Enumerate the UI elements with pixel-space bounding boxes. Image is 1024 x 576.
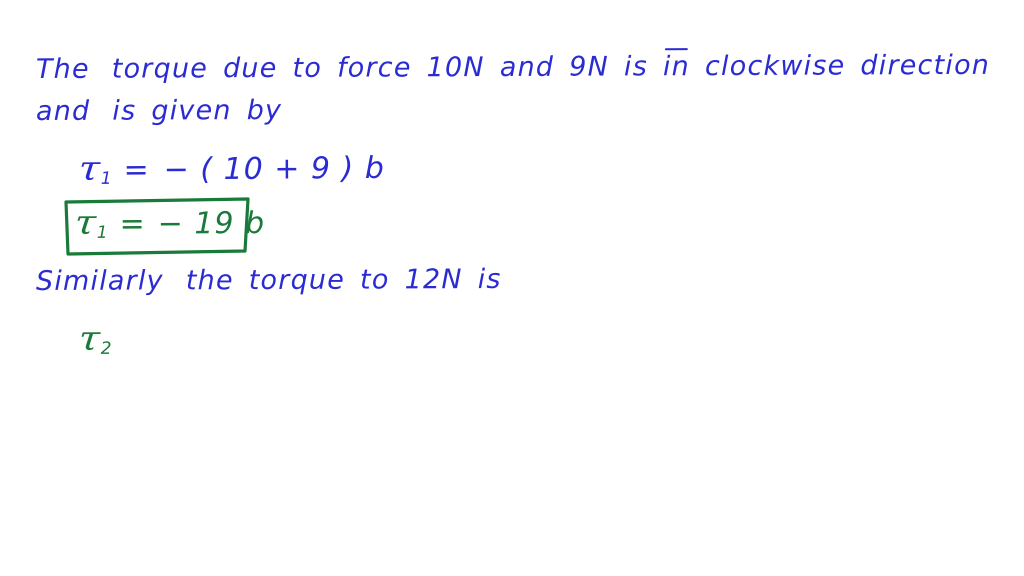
tau-symbol-boxed: τ	[72, 202, 99, 244]
line1-word-clockwise: clockwise	[704, 50, 846, 83]
line2-word-given: given	[151, 95, 232, 127]
line1-word-due: due	[222, 52, 278, 85]
line3-word-is: is	[477, 263, 502, 296]
equation-tau1-expanded: τ1 = − ( 10 + 9 ) b	[76, 148, 385, 190]
equation-tau2-incomplete: τ2	[76, 318, 112, 360]
line2-word-and: and	[35, 95, 91, 127]
text-line-2: and is given by	[35, 94, 283, 127]
line3-value-12n: 12N	[404, 264, 463, 296]
line1-value-9n: 9N	[569, 51, 610, 83]
text-line-3: Similarly the torque to 12N is	[35, 263, 502, 297]
line1-word-in-overlined: in	[662, 51, 691, 83]
line3-word-to: to	[359, 264, 390, 296]
line1-word-the: The	[35, 53, 90, 85]
line1-word-and: and	[499, 51, 555, 83]
line2-word-is: is	[112, 95, 137, 127]
line1-word-torque: torque	[111, 53, 209, 85]
line3-word-the: the	[185, 265, 234, 297]
line1-word-is: is	[623, 51, 649, 83]
equation-rhs-result: − 19 b	[157, 206, 266, 242]
line3-word-torque: torque	[248, 264, 346, 297]
tau-subscript-1-boxed: 1	[96, 222, 108, 243]
equation-rhs-expanded: − ( 10 + 9 ) b	[163, 150, 385, 188]
tau-subscript-1: 1	[100, 168, 112, 189]
line1-word-to: to	[292, 52, 323, 84]
text-line-1: The torque due to force 10N and 9N is in clockwise…	[35, 49, 991, 85]
equals-sign-boxed: =	[119, 206, 146, 242]
line1-word-force: force	[336, 52, 412, 84]
handwritten-solution-page: The torque due to force 10N and 9N is in clockwise…	[0, 0, 1024, 576]
line1-value-10n: 10N	[426, 52, 485, 84]
equation-tau1-result: τ1 = − 19 b	[72, 202, 266, 244]
line3-word-similarly: Similarly	[35, 265, 164, 297]
tau-subscript-2: 2	[100, 338, 112, 359]
equals-sign: =	[123, 152, 150, 188]
line2-word-by: by	[246, 94, 283, 127]
tau-symbol-2: τ	[76, 318, 103, 360]
tau-symbol: τ	[76, 148, 103, 190]
line1-word-direction: direction	[860, 49, 991, 82]
